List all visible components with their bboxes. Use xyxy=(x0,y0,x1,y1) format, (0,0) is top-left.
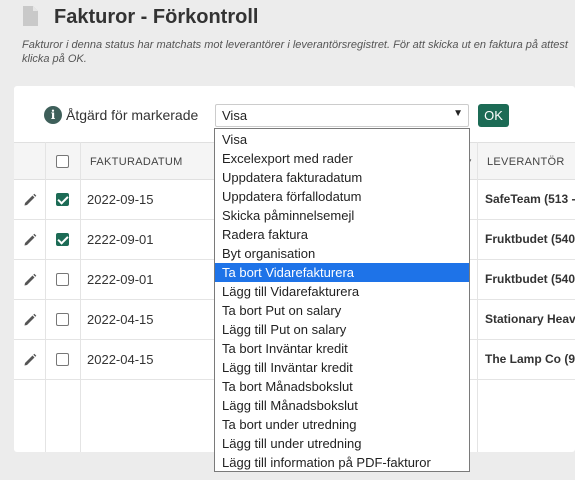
dropdown-option[interactable]: Visa xyxy=(215,130,469,149)
invoice-date: 2022-09-15 xyxy=(87,192,154,207)
pencil-icon[interactable] xyxy=(22,232,38,248)
invoice-date: 2222-09-01 xyxy=(87,232,154,247)
bulk-action-label: Åtgärd för markerade xyxy=(66,107,199,123)
select-all-checkbox[interactable] xyxy=(56,155,69,168)
dropdown-option[interactable]: Ta bort under utredning xyxy=(215,415,469,434)
invoice-date: 2022-04-15 xyxy=(87,352,154,367)
dropdown-option[interactable]: Lägg till under utredning xyxy=(215,434,469,453)
pencil-icon[interactable] xyxy=(22,352,38,368)
row-checkbox[interactable] xyxy=(56,353,69,366)
supplier-name: Fruktbudet (540 xyxy=(485,272,575,286)
chevron-down-icon: ▼ xyxy=(453,108,463,119)
invoice-date: 2022-04-15 xyxy=(87,312,154,327)
row-checkbox[interactable] xyxy=(56,313,69,326)
dropdown-option[interactable]: Ta bort Inväntar kredit xyxy=(215,339,469,358)
column-header-date[interactable]: FAKTURADATUM xyxy=(90,156,183,168)
info-icon[interactable]: i xyxy=(44,106,62,124)
dropdown-option[interactable]: Uppdatera förfallodatum xyxy=(215,187,469,206)
invoice-date: 2222-09-01 xyxy=(87,272,154,287)
pencil-icon[interactable] xyxy=(22,312,38,328)
pencil-icon[interactable] xyxy=(22,272,38,288)
supplier-name: Fruktbudet (540 xyxy=(485,232,575,246)
supplier-name: SafeTeam (513 - xyxy=(485,192,575,206)
row-checkbox[interactable] xyxy=(56,273,69,286)
dropdown-option[interactable]: Lägg till Put on salary xyxy=(215,320,469,339)
row-checkbox[interactable] xyxy=(56,233,69,246)
ok-button[interactable]: OK xyxy=(478,104,509,127)
page-description: Fakturor i denna status har matchats mot… xyxy=(22,39,568,65)
document-icon xyxy=(23,6,38,26)
dropdown-option[interactable]: Lägg till Vidarefakturera xyxy=(215,282,469,301)
supplier-name: The Lamp Co (95 xyxy=(485,352,575,366)
bulk-action-select[interactable]: Visa ▼ xyxy=(215,104,469,127)
dropdown-option[interactable]: Excelexport med rader xyxy=(215,149,469,168)
dropdown-option[interactable]: Ta bort Månadsbokslut xyxy=(215,377,469,396)
dropdown-option[interactable]: Skicka påminnelsemejl xyxy=(215,206,469,225)
dropdown-option[interactable]: Ta bort Vidarefakturera xyxy=(215,263,469,282)
dropdown-option[interactable]: Lägg till Inväntar kredit xyxy=(215,358,469,377)
dropdown-option[interactable]: Ta bort Put on salary xyxy=(215,301,469,320)
dropdown-option[interactable]: Lägg till Månadsbokslut xyxy=(215,396,469,415)
dropdown-option[interactable]: Radera faktura xyxy=(215,225,469,244)
supplier-name: Stationary Heav xyxy=(485,312,575,326)
dropdown-option[interactable]: Uppdatera fakturadatum xyxy=(215,168,469,187)
pencil-icon[interactable] xyxy=(22,192,38,208)
bulk-action-dropdown-list[interactable]: Visa Excelexport med rader Uppdatera faktu… xyxy=(214,128,470,472)
dropdown-option[interactable]: Lägg till information på PDF-fakturor xyxy=(215,453,469,472)
row-checkbox[interactable] xyxy=(56,193,69,206)
dropdown-option[interactable]: Byt organisation xyxy=(215,244,469,263)
bulk-action-selected-value: Visa xyxy=(222,108,248,123)
column-header-supplier[interactable]: LEVERANTÖR xyxy=(487,156,565,168)
page-title: Fakturor - Förkontroll xyxy=(54,6,259,28)
